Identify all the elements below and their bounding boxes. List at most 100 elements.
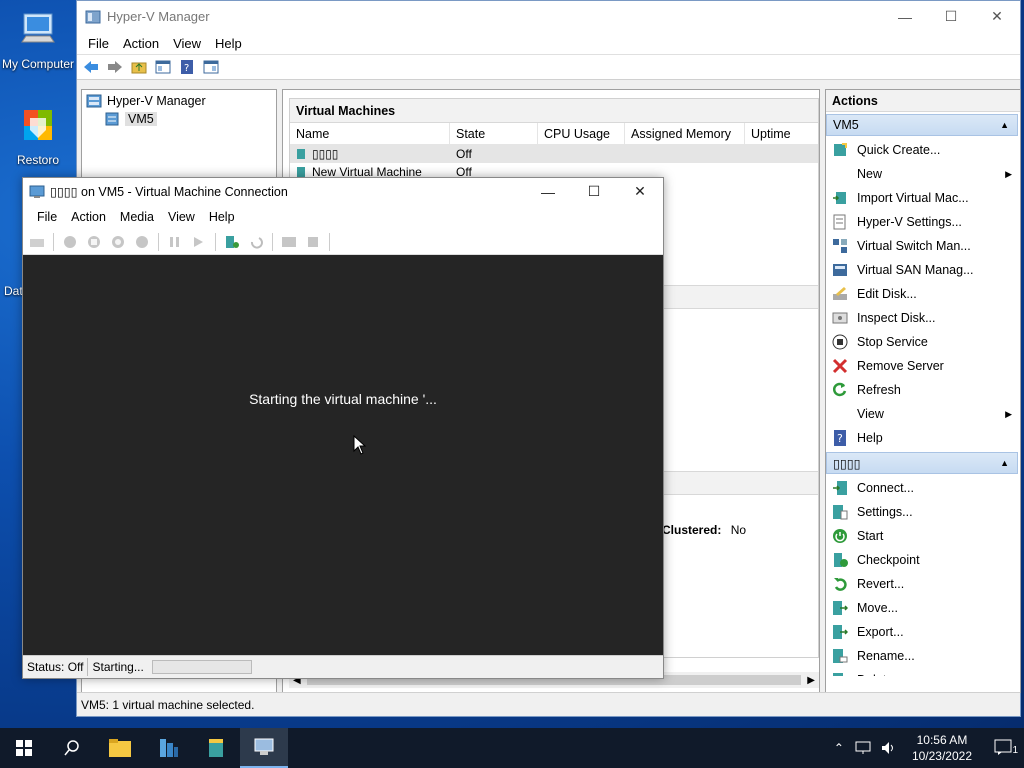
- action-export[interactable]: Export...: [826, 620, 1020, 644]
- start-button[interactable]: [0, 728, 48, 768]
- show-hide-action-pane-icon[interactable]: [201, 57, 221, 77]
- action-new[interactable]: New ▶: [826, 162, 1020, 186]
- menu-help[interactable]: Help: [208, 36, 249, 51]
- vmc-menu-media[interactable]: Media: [114, 210, 162, 224]
- back-icon[interactable]: [81, 57, 101, 77]
- show-hidden-icons-icon[interactable]: ⌃: [828, 741, 850, 755]
- actions-group-vm5[interactable]: VM5 ▲: [826, 114, 1018, 136]
- column-assigned-memory[interactable]: Assigned Memory: [625, 123, 745, 144]
- window-title: Hyper-V Manager: [107, 9, 210, 24]
- action-hyper-v-settings[interactable]: Hyper-V Settings...: [826, 210, 1020, 234]
- action-settings[interactable]: Settings...: [826, 500, 1020, 524]
- import-icon: [832, 190, 848, 206]
- action-inspect-disk[interactable]: Inspect Disk...: [826, 306, 1020, 330]
- show-hide-console-tree-icon[interactable]: [153, 57, 173, 77]
- action-edit-disk[interactable]: Edit Disk...: [826, 282, 1020, 306]
- column-uptime[interactable]: Uptime: [745, 123, 815, 144]
- column-name[interactable]: Name: [290, 123, 450, 144]
- action-label: Hyper-V Settings...: [857, 215, 962, 229]
- action-help[interactable]: ? Help: [826, 426, 1020, 450]
- close-button[interactable]: ✕: [974, 1, 1020, 32]
- action-label: Refresh: [857, 383, 901, 397]
- menu-view[interactable]: View: [166, 36, 208, 51]
- action-label: Virtual SAN Manag...: [857, 263, 974, 277]
- network-icon[interactable]: [854, 741, 872, 755]
- action-virtual-switch-man[interactable]: Virtual Switch Man...: [826, 234, 1020, 258]
- taskbar-file-explorer[interactable]: [96, 728, 144, 768]
- desktop-icon-restoro[interactable]: Restoro: [0, 106, 76, 167]
- scroll-right-icon[interactable]: ▶: [807, 675, 815, 686]
- volume-icon[interactable]: [880, 741, 898, 755]
- vmc-close-button[interactable]: ✕: [617, 178, 663, 205]
- taskbar-hyperv-manager[interactable]: [240, 728, 288, 768]
- desktop-icon-my-computer[interactable]: My Computer: [0, 10, 76, 71]
- start-vm-icon[interactable]: [60, 232, 80, 252]
- vmc-menu-file[interactable]: File: [31, 210, 65, 224]
- vm-state: Off: [456, 147, 472, 161]
- vmc-menu-view[interactable]: View: [162, 210, 203, 224]
- action-label: New: [857, 167, 883, 181]
- help-icon[interactable]: ?: [177, 57, 197, 77]
- app-icon: [209, 739, 223, 757]
- turn-off-icon[interactable]: [84, 232, 104, 252]
- taskbar-app[interactable]: [192, 728, 240, 768]
- minimize-button[interactable]: —: [882, 1, 928, 32]
- collapse-icon[interactable]: ▲: [1000, 458, 1009, 468]
- notification-button[interactable]: 1: [982, 739, 1024, 758]
- action-stop-service[interactable]: Stop Service: [826, 330, 1020, 354]
- checkpoint-icon[interactable]: [222, 232, 242, 252]
- action-quick-create[interactable]: Quick Create...: [826, 138, 1020, 162]
- up-folder-icon[interactable]: [129, 57, 149, 77]
- ctrl-alt-del-icon[interactable]: [27, 232, 47, 252]
- action-remove-server[interactable]: Remove Server: [826, 354, 1020, 378]
- column-cpu-usage[interactable]: CPU Usage: [538, 123, 625, 144]
- menu-file[interactable]: File: [81, 36, 116, 51]
- status-text: VM5: 1 virtual machine selected.: [81, 697, 255, 712]
- action-connect[interactable]: Connect...: [826, 476, 1020, 500]
- action-virtual-san-manag[interactable]: Virtual SAN Manag...: [826, 258, 1020, 282]
- export-icon: [832, 624, 848, 640]
- action-refresh[interactable]: Refresh: [826, 378, 1020, 402]
- action-view[interactable]: View ▶: [826, 402, 1020, 426]
- resume-icon[interactable]: [189, 232, 209, 252]
- help-icon: ?: [832, 430, 848, 446]
- menu-bar: File Action View Help: [77, 32, 1020, 54]
- share-icon[interactable]: [303, 232, 323, 252]
- tree-item-hyperv-manager[interactable]: Hyper-V Manager: [82, 92, 276, 110]
- action-move[interactable]: Move...: [826, 596, 1020, 620]
- actions-group-vm[interactable]: ▯▯▯▯ ▲: [826, 452, 1018, 474]
- action-label: Start: [857, 529, 884, 543]
- vm-row[interactable]: ▯▯▯▯ Off: [290, 145, 818, 163]
- action-checkpoint[interactable]: Checkpoint: [826, 548, 1020, 572]
- vm-screen[interactable]: Starting the virtual machine '...: [23, 255, 663, 655]
- menu-action[interactable]: Action: [116, 36, 166, 51]
- clock[interactable]: 10:56 AM 10/23/2022: [902, 732, 982, 764]
- vmc-menu-help[interactable]: Help: [203, 210, 243, 224]
- action-rename[interactable]: Rename...: [826, 644, 1020, 668]
- maximize-button[interactable]: ☐: [928, 1, 974, 32]
- search-button[interactable]: [48, 728, 96, 768]
- clustered-label: Clustered:: [662, 523, 722, 537]
- forward-icon[interactable]: [105, 57, 125, 77]
- action-label: Settings...: [857, 505, 913, 519]
- vmc-minimize-button[interactable]: —: [525, 178, 571, 205]
- revert-icon[interactable]: [246, 232, 266, 252]
- save-state-icon[interactable]: [132, 232, 152, 252]
- action-label: Quick Create...: [857, 143, 941, 157]
- vmc-maximize-button[interactable]: ☐: [571, 178, 617, 205]
- collapse-icon[interactable]: ▲: [1000, 120, 1009, 130]
- enhanced-session-icon[interactable]: [279, 232, 299, 252]
- windows-logo-icon: [16, 740, 32, 756]
- action-import-virtual-mac[interactable]: Import Virtual Mac...: [826, 186, 1020, 210]
- action-start[interactable]: Start: [826, 524, 1020, 548]
- pause-icon[interactable]: [165, 232, 185, 252]
- column-state[interactable]: State: [450, 123, 538, 144]
- shutdown-icon[interactable]: [108, 232, 128, 252]
- desktop-icon-label: My Computer: [1, 57, 75, 71]
- action-delete[interactable]: Delete...: [826, 668, 1020, 676]
- taskbar: ⌃ 10:56 AM 10/23/2022 1: [0, 728, 1024, 768]
- vmc-menu-action[interactable]: Action: [65, 210, 114, 224]
- action-revert[interactable]: Revert...: [826, 572, 1020, 596]
- taskbar-server-manager[interactable]: [144, 728, 192, 768]
- tree-item-vm5[interactable]: VM5: [82, 110, 276, 128]
